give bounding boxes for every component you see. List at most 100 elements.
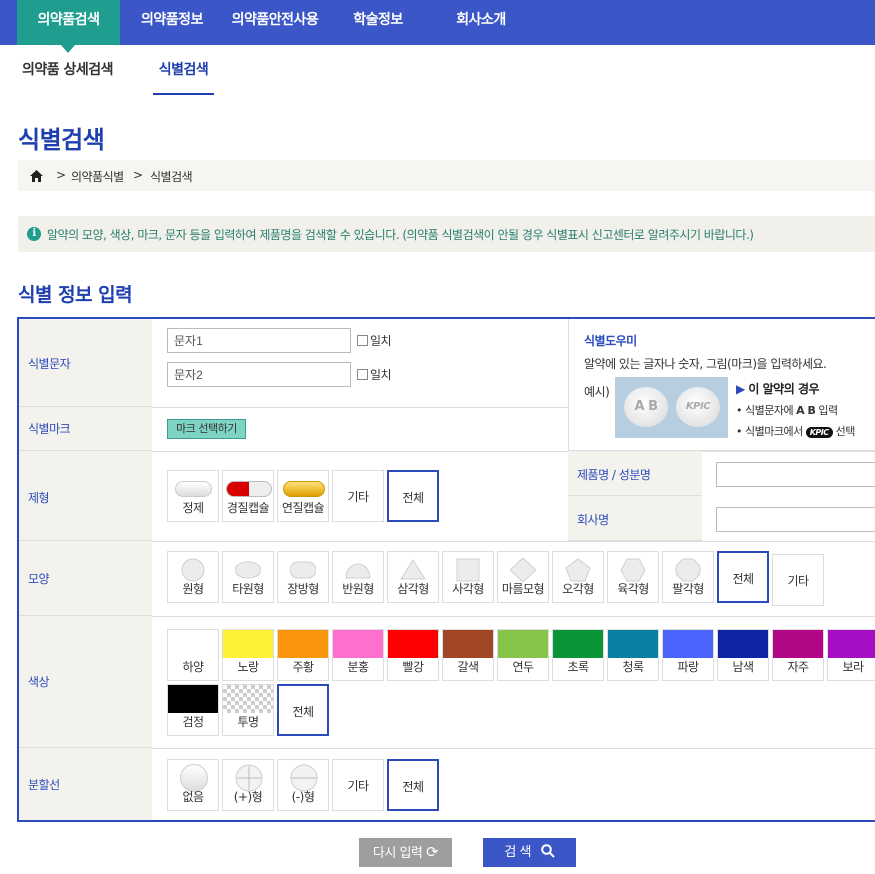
shape-octagon[interactable]: 팔각형 xyxy=(662,551,714,603)
search-button[interactable]: 검 색 xyxy=(483,838,576,867)
color-green[interactable]: 초록 xyxy=(552,629,604,681)
nav-drug-search[interactable]: 의약품검색 xyxy=(17,0,120,45)
shape-square[interactable]: 사각형 xyxy=(442,551,494,603)
shape-rhombus[interactable]: 마름모형 xyxy=(497,551,549,603)
color-purple-red[interactable]: 자주 xyxy=(772,629,824,681)
home-icon[interactable] xyxy=(30,170,43,182)
color-swatch xyxy=(773,630,823,658)
breadcrumb: > 의약품식별 > 식별검색 xyxy=(18,160,875,191)
match2-checkbox[interactable]: 일치 xyxy=(357,366,392,383)
color-swatch xyxy=(168,685,218,713)
nav-safe-use[interactable]: 의약품안전사용 xyxy=(222,0,328,45)
shape-triangle[interactable]: 삼각형 xyxy=(387,551,439,603)
company-name-input[interactable] xyxy=(716,507,875,532)
shape-pentagon[interactable]: 오각형 xyxy=(552,551,604,603)
shape-round[interactable]: 원형 xyxy=(167,551,219,603)
mark-select-button[interactable]: 마크 선택하기 xyxy=(167,419,246,439)
breadcrumb-item[interactable]: 의약품식별 xyxy=(71,168,124,185)
form-soft-capsule[interactable]: 연질캡슐 xyxy=(277,470,329,522)
helper-step1: • 식별문자에 A B 입력 xyxy=(736,404,838,417)
label-color: 색상 xyxy=(19,616,152,748)
shape-pentagon-icon xyxy=(565,558,591,582)
identify-helper: 식별도우미 알약에 있는 글자나 숫자, 그림(마크)을 입력하세요. 예시) … xyxy=(568,319,875,451)
color-yellow-green[interactable]: 연두 xyxy=(497,629,549,681)
label-mark: 식별마크 xyxy=(19,407,152,451)
color-swatch xyxy=(333,630,383,658)
nav-academic[interactable]: 학술정보 xyxy=(340,0,416,45)
shape-round-icon xyxy=(181,558,205,582)
label-text: 식별문자 xyxy=(19,319,152,407)
helper-title: 식별도우미 xyxy=(584,334,637,348)
text2-input[interactable] xyxy=(167,362,351,387)
line-all[interactable]: 전체 xyxy=(387,759,439,811)
color-navy[interactable]: 남색 xyxy=(717,629,769,681)
text1-input[interactable] xyxy=(167,328,351,353)
color-swatch xyxy=(223,685,273,713)
info-icon: i xyxy=(27,227,41,241)
shape-other[interactable]: 기타 xyxy=(772,554,824,606)
line-none[interactable]: 없음 xyxy=(167,759,219,811)
color-teal[interactable]: 청록 xyxy=(607,629,659,681)
color-transparent[interactable]: 투명 xyxy=(222,684,274,736)
helper-step2: • 식별마크에서 KPIC 선택 xyxy=(736,425,855,438)
pill-example-image: A B KPIC xyxy=(615,377,728,438)
match1-checkbox[interactable]: 일치 xyxy=(357,332,392,349)
nav-drug-info[interactable]: 의약품정보 xyxy=(127,0,217,45)
shape-oblong[interactable]: 장방형 xyxy=(277,551,329,603)
color-black[interactable]: 검정 xyxy=(167,684,219,736)
color-swatch xyxy=(388,630,438,658)
helper-example-label: 예시) xyxy=(584,385,610,399)
shape-all[interactable]: 전체 xyxy=(717,551,769,603)
line-plus[interactable]: (+)형 xyxy=(222,759,274,811)
shape-oval[interactable]: 타원형 xyxy=(222,551,274,603)
color-swatch xyxy=(498,630,548,658)
color-blue[interactable]: 파랑 xyxy=(662,629,714,681)
chevron-right-icon: > xyxy=(133,168,143,182)
label-form: 제형 xyxy=(19,451,152,541)
top-navigation: 의약품검색 의약품정보 의약품안전사용 학술정보 회사소개 xyxy=(0,0,875,45)
kpic-mark-icon: KPIC xyxy=(805,427,833,438)
color-swatch xyxy=(663,630,713,658)
color-orange[interactable]: 주황 xyxy=(277,629,329,681)
pill-ab: A B xyxy=(624,387,668,427)
shape-oval-icon xyxy=(235,561,261,579)
shape-half-round-icon xyxy=(345,563,371,579)
helper-case: ▶ 이 알약의 경우 xyxy=(736,382,820,396)
color-brown[interactable]: 갈색 xyxy=(442,629,494,681)
search-icon xyxy=(540,844,555,858)
shape-hexagon[interactable]: 육각형 xyxy=(607,551,659,603)
form-other[interactable]: 기타 xyxy=(332,470,384,522)
color-swatch xyxy=(278,630,328,658)
color-yellow[interactable]: 노랑 xyxy=(222,629,274,681)
tab-identify-search[interactable]: 식별검색 xyxy=(153,59,214,95)
nav-company[interactable]: 회사소개 xyxy=(440,0,522,45)
color-swatch xyxy=(608,630,658,658)
line-other[interactable]: 기타 xyxy=(332,759,384,811)
color-white[interactable]: 하양 xyxy=(167,629,219,681)
shape-rhombus-icon xyxy=(510,558,536,582)
product-name-input[interactable] xyxy=(716,462,875,487)
shape-half-round[interactable]: 반원형 xyxy=(332,551,384,603)
color-swatch xyxy=(223,630,273,658)
refresh-icon: ⟳ xyxy=(426,843,439,861)
page-title: 식별검색 xyxy=(18,126,105,154)
form-hard-capsule[interactable]: 경질캡슐 xyxy=(222,470,274,522)
notice-text: 알약의 모양, 색상, 마크, 문자 등을 입력하여 제품명을 검색할 수 있습… xyxy=(47,228,754,242)
sub-navigation: 의약품 상세검색 식별검색 xyxy=(0,45,875,95)
line-minus[interactable]: (-)형 xyxy=(277,759,329,811)
breadcrumb-current: 식별검색 xyxy=(150,170,193,184)
shape-triangle-icon xyxy=(400,559,426,580)
tab-detail-search[interactable]: 의약품 상세검색 xyxy=(22,59,114,79)
color-violet[interactable]: 보라 xyxy=(827,629,875,681)
reset-button[interactable]: 다시 입력 ⟳ xyxy=(359,838,452,867)
label-line: 분할선 xyxy=(19,748,152,820)
chevron-right-icon: > xyxy=(56,168,66,182)
color-red[interactable]: 빨강 xyxy=(387,629,439,681)
color-swatch xyxy=(828,630,875,658)
identify-form: 식별문자 일치 일치 식별마크 마크 선택하기 식별도우미 알약에 있는 글자나… xyxy=(17,317,875,822)
form-tablet[interactable]: 정제 xyxy=(167,470,219,522)
color-all[interactable]: 전체 xyxy=(277,684,329,736)
color-pink[interactable]: 분홍 xyxy=(332,629,384,681)
color-swatch xyxy=(168,630,218,658)
form-all[interactable]: 전체 xyxy=(387,470,439,522)
